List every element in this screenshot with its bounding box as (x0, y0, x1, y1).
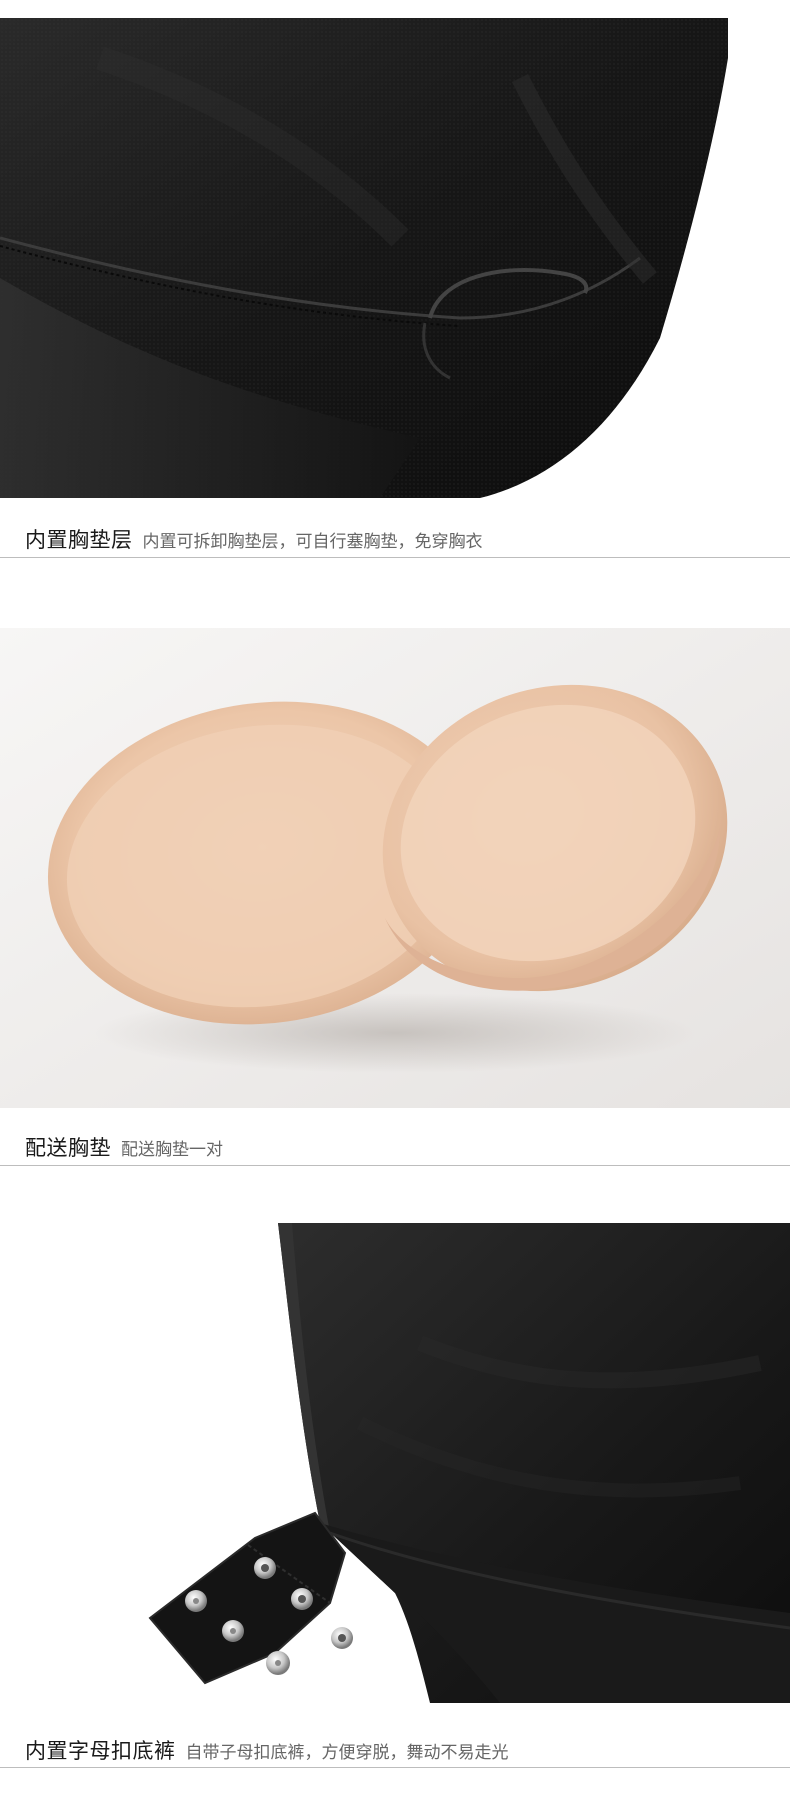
section-caption: 配送胸垫 配送胸垫一对 (25, 1132, 223, 1162)
section-caption: 内置胸垫层 内置可拆卸胸垫层，可自行塞胸垫，免穿胸衣 (25, 524, 483, 554)
section-description: 内置可拆卸胸垫层，可自行塞胸垫，免穿胸衣 (142, 532, 483, 552)
section-bra-pads-included: 配送胸垫 配送胸垫一对 (0, 620, 790, 1170)
section-snap-crotch: 内置字母扣底裤 自带子母扣底裤，方便穿脱，舞动不易走光 (0, 1215, 790, 1817)
section-description: 配送胸垫一对 (121, 1140, 223, 1160)
section-divider (0, 1165, 790, 1166)
section-divider (0, 1767, 790, 1768)
snap-crotch-photo (0, 1223, 790, 1703)
section-description: 自带子母扣底裤，方便穿脱，舞动不易走光 (185, 1743, 509, 1763)
section-title: 配送胸垫 (25, 1136, 111, 1160)
section-title: 内置字母扣底裤 (25, 1739, 176, 1763)
fabric-mesh-lining-photo (0, 18, 728, 498)
section-built-in-pad-layer: 内置胸垫层 内置可拆卸胸垫层，可自行塞胸垫，免穿胸衣 (0, 0, 790, 560)
section-title: 内置胸垫层 (25, 528, 133, 552)
bra-pads-photo (0, 628, 790, 1108)
section-divider (0, 557, 790, 558)
section-caption: 内置字母扣底裤 自带子母扣底裤，方便穿脱，舞动不易走光 (25, 1735, 509, 1765)
